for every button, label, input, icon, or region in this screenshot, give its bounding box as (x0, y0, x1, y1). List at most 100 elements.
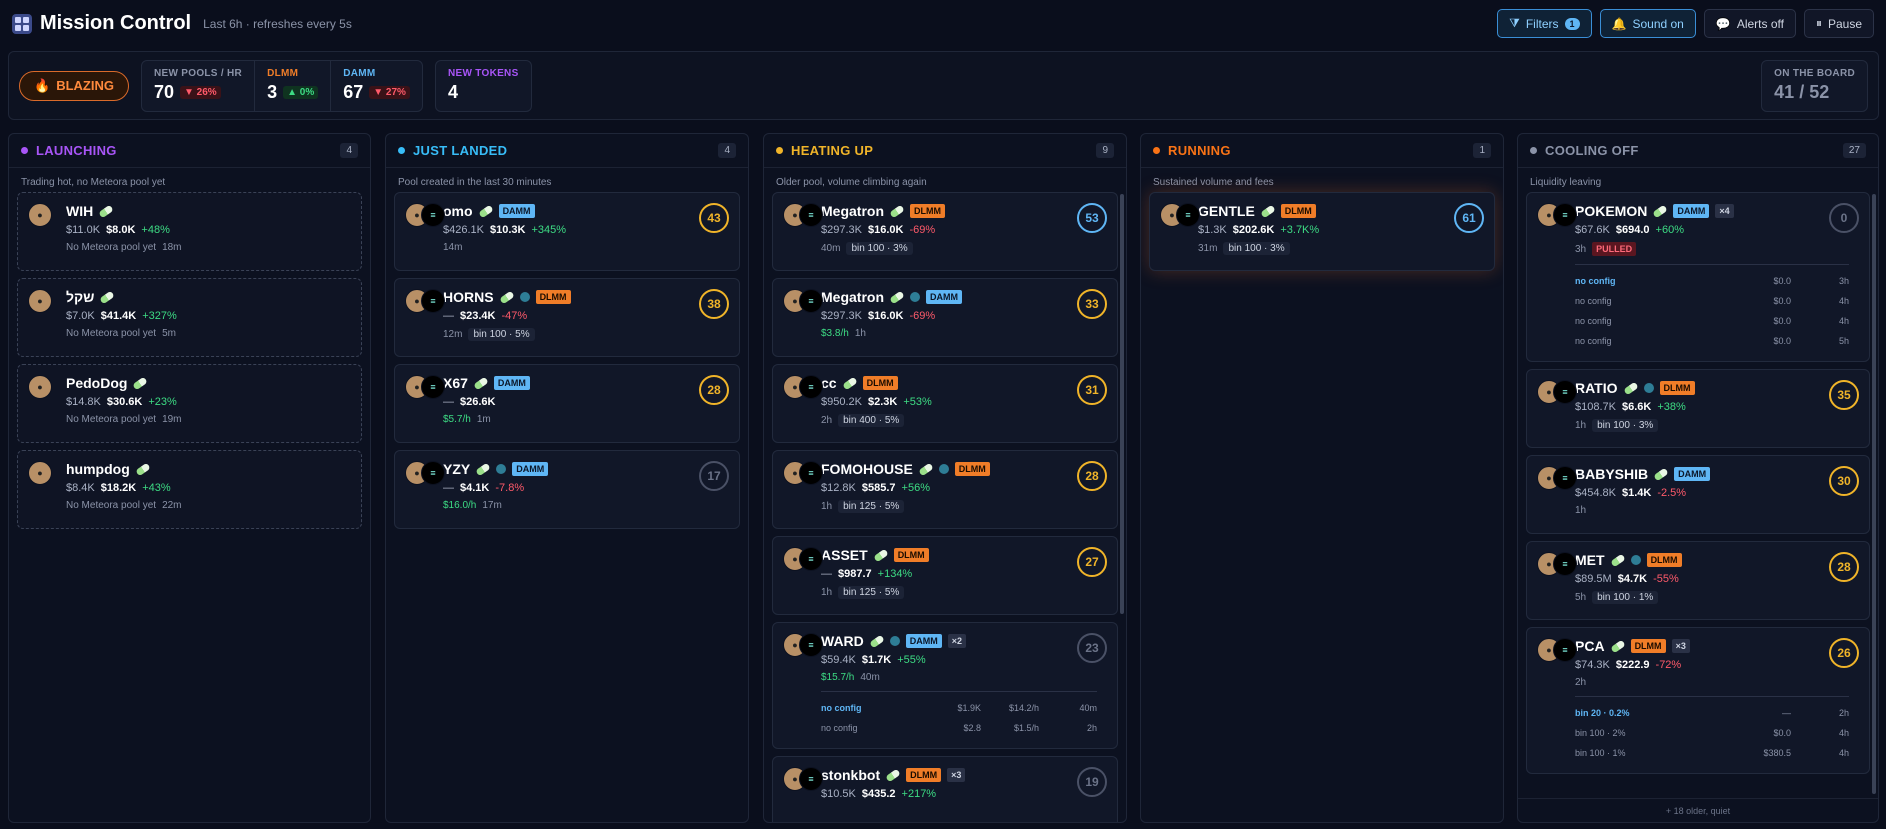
token-avatar: ● ≡ (405, 461, 445, 485)
token-avatar: ● (28, 203, 52, 227)
score-ring: 26 (1829, 638, 1859, 668)
column-cooling: COOLING OFF 27 Liquidity leaving ● ≡ POKEMON D… (1517, 133, 1879, 823)
token-card[interactable]: ● ≡ Megatron DLMM $297.3K $16.0K -69% 40m bin 10… (772, 192, 1118, 271)
token-name: GENTLE (1198, 203, 1255, 219)
column-description: Liquidity leaving (1530, 177, 1602, 188)
token-avatar: ● ≡ (1537, 380, 1577, 404)
fire-icon: 🔥 (34, 77, 51, 93)
filters-count-badge: 1 (1564, 17, 1580, 30)
pool-row[interactable]: no config $2.8 $1.5/h 2h (821, 718, 1097, 738)
fee-rate: $3.8/h (821, 328, 849, 339)
volume: $16.0K (867, 224, 904, 236)
token-card[interactable]: ● ≡ omo DAMM $426.1K $10.3K +345% 14m 43 (394, 192, 740, 271)
pool-row[interactable]: no config $0.0 3h (1575, 271, 1849, 291)
score-ring: 28 (1077, 461, 1107, 491)
token-avatar: ● ≡ (1537, 466, 1577, 490)
token-card[interactable]: ● ≡ Megatron DAMM $297.3K $16.0K -69% $3.8/h 1h 3… (772, 278, 1118, 357)
column-dot-icon (1530, 147, 1537, 154)
column-dot-icon (21, 147, 28, 154)
pool-cell: bin 100 · 2% (1575, 728, 1626, 738)
token-avatar: ● (28, 289, 52, 313)
token-name: PedoDog (66, 375, 128, 391)
pool-type-badge: DLMM (1659, 381, 1695, 395)
pause-button[interactable]: ⏸ Pause (1803, 9, 1874, 38)
token-avatar: ● ≡ (783, 375, 823, 399)
price-change: -7.8% (495, 482, 525, 494)
pool-row[interactable]: no config $0.0 4h (1575, 291, 1849, 311)
pool-status-text: No Meteora pool yet (66, 414, 157, 425)
token-card[interactable]: ● שקל $7.0K $41.4K +327% No Meteora pool yet 5… (17, 278, 362, 357)
token-name: RATIO (1575, 380, 1618, 396)
token-card[interactable]: ● ≡ X67 DAMM — $26.6K $5.7/h 1m 28 (394, 364, 740, 443)
scrollbar[interactable] (1120, 194, 1124, 614)
age-text: 1h (1575, 420, 1587, 431)
volume: $1.7K (861, 654, 892, 666)
token-card[interactable]: ● ≡ PCA DLMM ×3 $74.3K $222.9 -72% 2h bin 20 · 0.… (1526, 627, 1870, 774)
pool-status-text: No Meteora pool yet (66, 328, 157, 339)
globe-icon (938, 464, 949, 474)
column-footer[interactable]: + 18 older, quiet (1518, 798, 1878, 822)
age-text: 18m (162, 242, 182, 253)
filters-button[interactable]: ⧩ Filters 1 (1497, 9, 1592, 38)
pool-type-badge: DLMM (1280, 204, 1316, 218)
age-text: 40m (860, 672, 880, 683)
token-card[interactable]: ● ≡ HORNS DLMM — $23.4K -47% 12m bin 100 · 5% 38 (394, 278, 740, 357)
pool-cell: $1.5/h (1013, 723, 1039, 733)
pool-row[interactable]: bin 100 · 1% $380.5 4h (1575, 743, 1849, 763)
quote-token-icon: ≡ (799, 461, 823, 485)
token-card[interactable]: ● ≡ FOMOHOUSE DLMM $12.8K $585.7 +56% 1h bin 125… (772, 450, 1118, 529)
token-card[interactable]: ● ≡ stonkbot DLMM ×3 $10.5K $435.2 +217% 19 (772, 756, 1118, 822)
pool-row[interactable]: no config $1.9K $14.2/h 40m (821, 698, 1097, 718)
pool-type-badge: DLMM (954, 462, 990, 476)
pulled-badge: PULLED (1592, 242, 1637, 256)
pause-icon: ⏸ (1815, 16, 1822, 30)
age-text: 1h (821, 587, 833, 598)
globe-icon (1630, 555, 1641, 565)
pool-cell: no config (1575, 336, 1612, 346)
age-text: 12m (443, 329, 463, 340)
token-card[interactable]: ● ≡ BABYSHIB DAMM $454.8K $1.4K -2.5% 1h 30 (1526, 455, 1870, 534)
pool-type-badge: DLMM (862, 376, 898, 390)
token-card[interactable]: ● ≡ MET DLMM $89.5M $4.7K -55% 5h bin 100 · 1% 28 (1526, 541, 1870, 620)
token-card[interactable]: ● WIH $11.0K $8.0K +48% No Meteora pool yet 18… (17, 192, 362, 271)
pill-icon (132, 376, 149, 390)
column-title: HEATING UP (791, 143, 874, 158)
price-change: +3.7K% (1280, 224, 1320, 236)
token-card[interactable]: ● ≡ GENTLE DLMM $1.3K $202.6K +3.7K% 31m bin 100… (1149, 192, 1495, 271)
pool-row[interactable]: no config $0.0 4h (1575, 311, 1849, 331)
token-card[interactable]: ● ≡ POKEMON DAMM ×4 $67.6K $694.0 +60% 3h PULLED n… (1526, 192, 1870, 362)
pool-type-badge: DLMM (1646, 553, 1682, 567)
token-card[interactable]: ● ≡ WARD DAMM ×2 $59.4K $1.7K +55% $15.7/h 40m no … (772, 622, 1118, 749)
column-title: RUNNING (1168, 143, 1231, 158)
pool-row[interactable]: bin 100 · 2% $0.0 4h (1575, 723, 1849, 743)
age-text: 2h (1575, 677, 1587, 688)
sound-toggle-button[interactable]: 🔔 Sound on (1599, 9, 1696, 38)
quote-token-icon: ≡ (799, 203, 823, 227)
token-name: X67 (443, 375, 468, 391)
token-card[interactable]: ● ≡ RATIO DLMM $108.7K $6.6K +38% 1h bin 100 · 3… (1526, 369, 1870, 448)
pool-type-badge: DAMM (498, 204, 535, 218)
token-name: Megatron (821, 203, 884, 219)
alerts-toggle-button[interactable]: 💬 Alerts off (1703, 9, 1796, 38)
token-avatar: ● (28, 461, 52, 485)
token-card[interactable]: ● ≡ ASSET DLMM — $987.7 +134% 1h bin 125 · 5% 27 (772, 536, 1118, 615)
token-avatar: ● ≡ (783, 767, 823, 791)
column-launching: LAUNCHING 4 Trading hot, no Meteora pool y… (8, 133, 371, 823)
age-text: 1h (1575, 505, 1587, 516)
token-name: HORNS (443, 289, 494, 305)
token-name: humpdog (66, 461, 130, 477)
price-change: +43% (142, 482, 171, 494)
token-card[interactable]: ● ≡ cc DLMM $950.2K $2.3K +53% 2h bin 400 · 5% 31 (772, 364, 1118, 443)
price-change: +56% (901, 482, 930, 494)
token-card[interactable]: ● humpdog $8.4K $18.2K +43% No Meteora pool y… (17, 450, 362, 529)
score-ring: 31 (1077, 375, 1107, 405)
scrollbar[interactable] (1872, 194, 1876, 794)
token-name: שקל (66, 289, 95, 305)
token-card[interactable]: ● PedoDog $14.8K $30.6K +23% No Meteora pool … (17, 364, 362, 443)
pill-icon (1609, 553, 1626, 567)
pool-row[interactable]: no config $0.0 5h (1575, 331, 1849, 351)
pool-row[interactable]: bin 20 · 0.2% — 2h (1575, 703, 1849, 723)
fee-rate: $16.0/h (443, 500, 477, 511)
token-card[interactable]: ● ≡ YZY DAMM — $4.1K -7.8% $16.0/h 17m 17 (394, 450, 740, 529)
price-change: +217% (901, 788, 937, 800)
